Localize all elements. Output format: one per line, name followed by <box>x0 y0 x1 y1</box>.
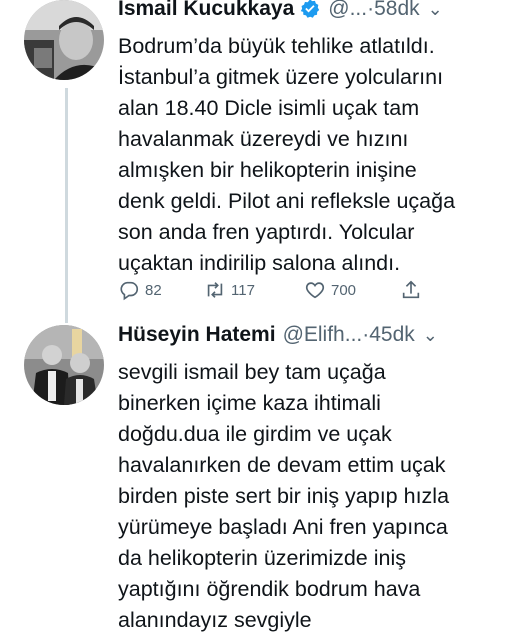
verified-badge-icon <box>301 0 320 18</box>
text-line: uçaktan indirilip salona alındı. <box>118 251 401 275</box>
timestamp[interactable]: ·45dk <box>362 323 415 347</box>
text-line: yaptığını öğrendik bodrum hava <box>118 577 421 601</box>
author-handle[interactable]: @... <box>328 0 367 21</box>
text-line: alan 18.40 Dicle isimli uçak tam <box>118 96 420 120</box>
text-line: havalanırken de devam ettim uçak <box>118 453 446 477</box>
tweet-header: Hüseyin Hatemi @Elifh... ·45dk ⌄ <box>118 322 438 348</box>
avatar[interactable] <box>24 0 104 80</box>
retweet-count: 117 <box>231 281 255 299</box>
share-button[interactable] <box>400 279 427 301</box>
text-line: almışken bir helikopterin inişine <box>118 158 417 182</box>
text-line: Bodrum’da büyük tehlike atlatıldı. <box>118 34 435 58</box>
retweet-icon <box>207 282 223 298</box>
text-line: denk geldi. Pilot ani refleksle uçağa <box>118 189 456 213</box>
avatar[interactable] <box>24 325 104 405</box>
text-line: alanındayız sevgiyle <box>118 608 312 632</box>
author-name[interactable]: Hüseyin Hatemi <box>118 323 276 347</box>
heart-icon <box>305 282 325 299</box>
text-line: son anda fren yaptırdı. Yolcular <box>118 220 415 244</box>
tweet-header: Ismail Kucukkaya @... ·58dk ⌄ <box>118 0 443 22</box>
text-line: sevgili ismail bey tam uçağa <box>118 360 386 384</box>
tweet-actions: 82 117 700 <box>118 279 448 305</box>
text-line: binerken içime kaza ihtimali <box>118 391 381 415</box>
text-line: da helikopterin üzerimizde iniş <box>118 546 407 570</box>
chevron-down-icon[interactable]: ⌄ <box>423 325 438 346</box>
thread-connector-line <box>65 88 68 323</box>
author-name[interactable]: Ismail Kucukkaya <box>118 0 294 21</box>
retweet-button[interactable]: 117 <box>204 279 255 301</box>
like-button[interactable]: 700 <box>304 279 356 301</box>
reply-icon <box>120 281 139 301</box>
text-line: yürümeye başladı Ani fren yapınca <box>118 515 448 539</box>
author-handle[interactable]: @Elifh... <box>283 323 363 347</box>
chevron-down-icon[interactable]: ⌄ <box>428 0 443 20</box>
reply-count: 82 <box>145 281 162 299</box>
tweet-text: sevgili ismail bey tam uçağa binerken iç… <box>118 357 513 636</box>
text-line: birden piste sert bir iniş yapıp hızla <box>118 484 450 508</box>
timestamp[interactable]: ·58dk <box>367 0 420 21</box>
text-line: İstanbul’a gitmek üzere yolcularını <box>118 65 444 89</box>
like-count: 700 <box>331 281 357 299</box>
text-line: doğdu.dua ile girdim ve uçak <box>118 422 392 446</box>
avatar-photo <box>24 325 104 405</box>
reply-button[interactable]: 82 <box>118 279 162 301</box>
avatar-photo <box>24 0 104 80</box>
text-line: havalanmak üzereydi ve hızını <box>118 127 409 151</box>
share-icon <box>402 280 420 299</box>
tweet-text: Bodrum’da büyük tehlike atlatıldı. İstan… <box>118 31 513 279</box>
